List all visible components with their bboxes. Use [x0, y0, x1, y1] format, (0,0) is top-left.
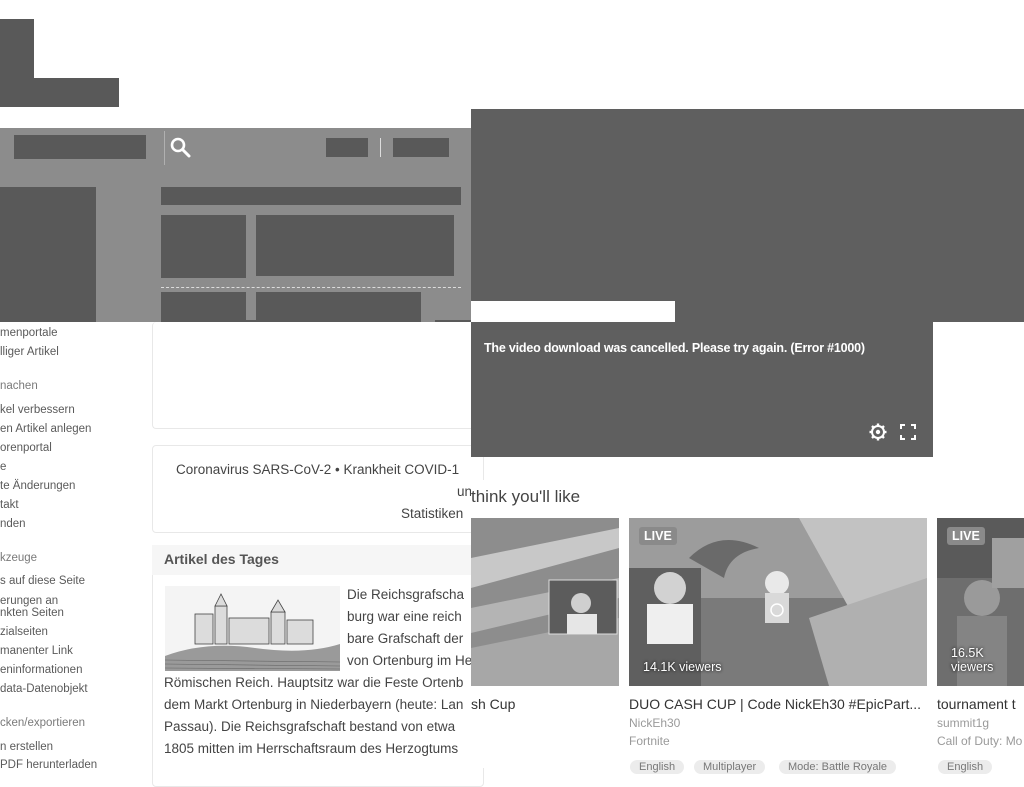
portal-box — [152, 322, 483, 429]
sidebar-link[interactable]: zialseiten — [0, 626, 48, 639]
game-name[interactable]: Call of Duty: Mo — [937, 734, 1022, 748]
welcome-block-2 — [256, 215, 454, 276]
sidebar-link[interactable]: e — [0, 461, 6, 474]
live-badge: LIVE — [639, 527, 677, 545]
article-heading: Artikel des Tages — [164, 551, 279, 567]
sidebar-link[interactable]: en Artikel anlegen — [0, 423, 91, 436]
header-separator — [380, 138, 381, 157]
article-line: Römischen Reich. Hauptsitz war die Feste… — [164, 675, 464, 690]
channel-name[interactable]: summit1g — [937, 716, 989, 730]
sidebar-link[interactable]: manenter Link — [0, 645, 73, 658]
portal-block-2 — [256, 292, 421, 322]
wikipedia-wordmark[interactable] — [0, 78, 119, 107]
article-line: bare Grafschaft der — [347, 631, 464, 646]
article-line: burg war eine reich — [347, 609, 462, 624]
article-line: Passau). Die Reichsgrafschaft bestand vo… — [164, 719, 456, 734]
sidebar-heading: kzeuge — [0, 552, 38, 564]
welcome-banner — [161, 187, 461, 205]
sidebar-link[interactable]: takt — [0, 499, 19, 512]
channel-name[interactable]: NickEh30 — [629, 716, 680, 730]
player-error-message: The video download was cancelled. Please… — [484, 341, 865, 355]
live-badge: LIVE — [947, 527, 985, 545]
viewer-count: 16.5K viewers — [951, 646, 994, 674]
sidebar-link[interactable]: nden — [0, 518, 26, 531]
sidebar-link[interactable]: data-Datenobjekt — [0, 683, 88, 696]
stream-tag[interactable]: English — [630, 760, 685, 774]
stream-tag[interactable]: Mode: Battle Royale — [779, 760, 897, 774]
player-white-bar — [471, 301, 675, 322]
article-line: Die Reichsgrafscha — [347, 587, 465, 602]
article-line: 1805 mitten im Herrschaftsraum des Herzo… — [164, 741, 459, 756]
sidebar-link[interactable]: orenportal — [0, 442, 52, 455]
search-input[interactable] — [14, 135, 146, 159]
sidebar-heading: nachen — [0, 380, 38, 392]
statistics-link[interactable]: Statistiken — [401, 504, 463, 524]
sidebar-heading: cken/exportieren — [0, 717, 86, 729]
covid-links[interactable]: Coronavirus SARS-CoV-2 • Krankheit COVID… — [176, 460, 459, 480]
stream-card[interactable]: LIVE 16.5K viewers — [937, 518, 1024, 686]
sidebar-redacted — [0, 187, 96, 322]
search-icon[interactable] — [170, 137, 192, 159]
covid-links-cont[interactable]: un — [457, 482, 472, 502]
stream-card[interactable] — [471, 518, 619, 686]
portal-block-1 — [161, 292, 246, 322]
game-name[interactable]: Fortnite — [629, 734, 670, 748]
article-line: dem Markt Ortenburg in Niederbayern (heu… — [164, 697, 464, 712]
header-link-1[interactable] — [326, 138, 368, 157]
sidebar-link[interactable]: lliger Artikel — [0, 346, 59, 359]
castle-illustration — [165, 586, 340, 671]
wikipedia-logo[interactable] — [0, 19, 34, 79]
sidebar-link[interactable]: kel verbessern — [0, 404, 75, 417]
recommendations-heading: think you'll like — [471, 487, 581, 506]
welcome-block-1 — [161, 215, 246, 278]
stream-card[interactable]: LIVE 14.1K viewers — [629, 518, 927, 686]
sidebar-link[interactable]: n erstellen — [0, 741, 53, 754]
sidebar-link[interactable]: te Änderungen — [0, 480, 75, 493]
header-link-2[interactable] — [393, 138, 449, 157]
stream-title[interactable]: tournament t — [937, 696, 1016, 712]
search-divider — [164, 131, 165, 165]
stream-tag[interactable]: Multiplayer — [694, 760, 766, 774]
video-player-upper[interactable] — [471, 109, 1024, 322]
sidebar-link[interactable]: eninformationen — [0, 664, 82, 677]
stream-title[interactable]: sh Cup — [471, 696, 515, 712]
dashed-rule — [161, 287, 461, 288]
sidebar-link[interactable]: PDF herunterladen — [0, 759, 97, 772]
fullscreen-icon[interactable] — [898, 422, 918, 442]
sidebar-link[interactable]: nkten Seiten — [0, 607, 64, 620]
article-line: von Ortenburg im He — [347, 653, 473, 668]
viewer-count: 14.1K viewers — [643, 660, 722, 674]
stream-tag[interactable]: English — [938, 760, 993, 774]
stream-thumbnail[interactable] — [471, 518, 619, 686]
gear-icon[interactable] — [868, 422, 888, 442]
sidebar-link[interactable]: s auf diese Seite — [0, 575, 85, 588]
sidebar-link[interactable]: menportale — [0, 327, 58, 340]
stream-title[interactable]: DUO CASH CUP | Code NickEh30 #EpicPart..… — [629, 696, 921, 712]
